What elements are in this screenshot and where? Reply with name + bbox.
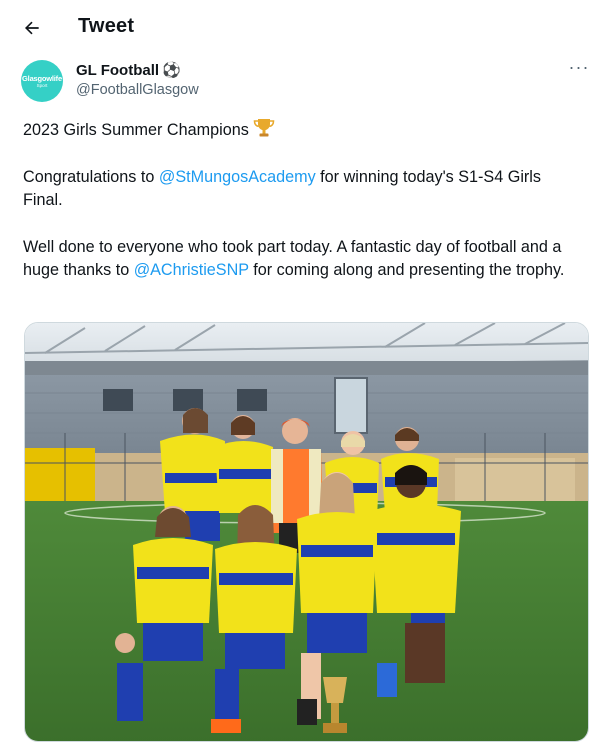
avatar-line1: Glasgowlife [22, 73, 62, 83]
author-name-text: GL Football [76, 62, 160, 79]
author-display-name[interactable]: GL Football ⚽ [76, 61, 181, 79]
tweet-photo[interactable] [24, 322, 589, 742]
mention-link[interactable]: @AChristieSNP [134, 261, 249, 279]
tweet-text-segment: for coming along and presenting the trop… [248, 261, 565, 279]
tweet-headline: 2023 Girls Summer Champions [23, 121, 249, 139]
trophy-icon [253, 119, 275, 137]
tweet-text-segment: Congratulations to [23, 167, 159, 186]
avatar-line2: Sport [36, 82, 48, 88]
football-icon: ⚽ [162, 62, 181, 79]
team-photo-image [25, 323, 588, 741]
back-button[interactable] [14, 10, 50, 46]
avatar[interactable]: Glasgowlife Sport [21, 60, 63, 102]
author-handle[interactable]: @FootballGlasgow [76, 82, 199, 98]
tweet-paragraph-1: 2023 Girls Summer Champions [23, 118, 583, 143]
mention-link[interactable]: @StMungosAcademy [159, 168, 316, 186]
tweet-paragraph-3: Well done to everyone who took part toda… [23, 236, 583, 283]
top-bar: Tweet [0, 0, 605, 56]
more-options-button[interactable]: ··· [566, 58, 592, 80]
tweet-paragraph-2: Congratulations to @StMungosAcademy for … [23, 166, 583, 213]
arrow-left-icon [25, 21, 39, 35]
tweet-body: 2023 Girls Summer Champions Congratulati… [23, 118, 583, 283]
page-title: Tweet [78, 15, 135, 37]
